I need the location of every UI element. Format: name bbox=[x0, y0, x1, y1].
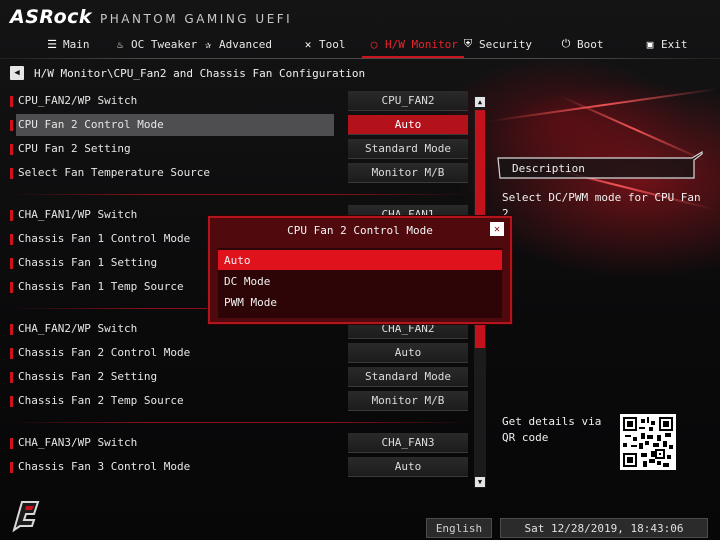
row-marker bbox=[10, 396, 13, 407]
breadcrumb-path: H/W Monitor\CPU_Fan2 and Chassis Fan Con… bbox=[34, 66, 366, 80]
row-marker bbox=[10, 168, 13, 179]
setting-row-selected[interactable]: CPU Fan 2 Control Mode Auto bbox=[10, 114, 470, 136]
brand-name: ASRock bbox=[10, 6, 93, 28]
setting-row[interactable]: CPU_FAN2/WP Switch CPU_FAN2 bbox=[10, 90, 470, 112]
scroll-down-icon[interactable]: ▼ bbox=[475, 477, 485, 487]
row-marker bbox=[10, 144, 13, 155]
qr-code bbox=[620, 414, 676, 470]
tab-advanced[interactable]: ✰ Advanced bbox=[202, 33, 272, 55]
setting-label: Chassis Fan 1 Temp Source bbox=[18, 280, 184, 293]
breadcrumb: ◀ H/W Monitor\CPU_Fan2 and Chassis Fan C… bbox=[10, 66, 365, 80]
row-marker bbox=[10, 372, 13, 383]
setting-value[interactable]: Monitor M/B bbox=[348, 163, 468, 183]
setting-label: Select Fan Temperature Source bbox=[18, 166, 211, 179]
setting-label: CPU Fan 2 Control Mode bbox=[18, 118, 164, 131]
popup-option-auto[interactable]: Auto bbox=[218, 250, 502, 270]
setting-value[interactable]: Auto bbox=[348, 457, 468, 477]
group-separator bbox=[10, 422, 470, 423]
tab-label: Main bbox=[63, 37, 90, 51]
setting-value[interactable]: Auto bbox=[348, 115, 468, 135]
tab-label: Security bbox=[479, 37, 532, 51]
tab-label: Exit bbox=[661, 37, 688, 51]
tab-label: Boot bbox=[577, 37, 604, 51]
qr-code-icon bbox=[623, 417, 673, 467]
setting-row[interactable]: CHA_FAN3/WP Switch CHA_FAN3 bbox=[10, 432, 470, 454]
list-icon: ☰ bbox=[47, 37, 57, 51]
setting-value[interactable]: CHA_FAN3 bbox=[348, 433, 468, 453]
star-icon: ✰ bbox=[204, 37, 212, 51]
monitor-ring-icon: ◯ bbox=[370, 37, 378, 51]
setting-label: Chassis Fan 2 Control Mode bbox=[18, 346, 191, 359]
setting-row[interactable]: CPU Fan 2 Setting Standard Mode bbox=[10, 138, 470, 160]
popup-title: CPU Fan 2 Control Mode bbox=[287, 224, 433, 237]
row-marker bbox=[10, 324, 13, 335]
setting-label: Chassis Fan 1 Setting bbox=[18, 256, 158, 269]
tab-main[interactable]: ☰ Main bbox=[46, 33, 90, 55]
top-nav: ☰ Main ♨ OC Tweaker ✰ Advanced ✕ Tool ◯ … bbox=[30, 33, 700, 59]
setting-label: CPU Fan 2 Setting bbox=[18, 142, 131, 155]
exit-door-icon: ▣ bbox=[646, 37, 654, 51]
row-marker bbox=[10, 282, 13, 293]
nav-divider bbox=[0, 58, 720, 59]
tab-label: H/W Monitor bbox=[385, 37, 458, 51]
tab-hw-monitor[interactable]: ◯ H/W Monitor bbox=[362, 33, 464, 59]
shield-icon: ⛨ bbox=[463, 37, 473, 50]
flame-icon: ♨ bbox=[116, 37, 124, 51]
row-marker bbox=[10, 438, 13, 449]
back-arrow-icon[interactable]: ◀ bbox=[10, 66, 24, 80]
tab-exit[interactable]: ▣ Exit bbox=[644, 33, 688, 55]
asrock-logo: ASRock PHANTOM GAMING UEFI bbox=[10, 6, 292, 28]
control-mode-popup: CPU Fan 2 Control Mode ✕ Auto DC Mode PW… bbox=[208, 216, 512, 324]
tab-security[interactable]: ⛨ Security bbox=[462, 33, 532, 55]
description-header: Description bbox=[496, 150, 704, 184]
setting-row[interactable]: Chassis Fan 3 Control Mode Auto bbox=[10, 456, 470, 478]
row-marker bbox=[10, 258, 13, 269]
description-title: Description bbox=[512, 162, 585, 175]
setting-row[interactable]: Chassis Fan 2 Temp Source Monitor M/B bbox=[10, 390, 470, 412]
row-marker bbox=[10, 462, 13, 473]
setting-label: CHA_FAN3/WP Switch bbox=[18, 436, 138, 449]
setting-value[interactable]: Standard Mode bbox=[348, 139, 468, 159]
tab-oc-tweaker[interactable]: ♨ OC Tweaker bbox=[114, 33, 198, 55]
description-text: Select DC/PWM mode for CPU Fan 2 bbox=[502, 191, 701, 220]
setting-label: Chassis Fan 3 Control Mode bbox=[18, 460, 191, 473]
brand-subtitle: PHANTOM GAMING UEFI bbox=[100, 12, 293, 26]
row-marker bbox=[10, 234, 13, 245]
popup-options: Auto DC Mode PWM Mode bbox=[218, 248, 502, 318]
setting-row[interactable]: Chassis Fan 2 Control Mode Auto bbox=[10, 342, 470, 364]
group-separator bbox=[10, 194, 470, 195]
tab-tool[interactable]: ✕ Tool bbox=[302, 33, 346, 55]
popup-option-dc-mode[interactable]: DC Mode bbox=[218, 271, 502, 291]
setting-value[interactable]: CPU_FAN2 bbox=[348, 91, 468, 111]
popup-option-pwm-mode[interactable]: PWM Mode bbox=[218, 292, 502, 312]
row-marker bbox=[10, 348, 13, 359]
setting-label: CHA_FAN1/WP Switch bbox=[18, 208, 138, 221]
tab-label: Tool bbox=[319, 37, 346, 51]
date-time-display: Sat 12/28/2019, 18:43:06 bbox=[500, 518, 708, 538]
tab-label: Advanced bbox=[219, 37, 272, 51]
setting-label: CHA_FAN2/WP Switch bbox=[18, 322, 138, 335]
wrench-icon: ✕ bbox=[304, 37, 312, 51]
scroll-up-icon[interactable]: ▲ bbox=[475, 97, 485, 107]
setting-label: CPU_FAN2/WP Switch bbox=[18, 94, 138, 107]
setting-value[interactable]: Auto bbox=[348, 343, 468, 363]
qr-caption: Get details via QR code bbox=[502, 415, 602, 444]
row-marker bbox=[10, 96, 13, 107]
row-marker bbox=[10, 210, 13, 221]
phantom-gaming-logo-icon bbox=[8, 496, 48, 536]
setting-label: Chassis Fan 2 Temp Source bbox=[18, 394, 184, 407]
setting-label: Chassis Fan 2 Setting bbox=[18, 370, 158, 383]
setting-value[interactable]: Standard Mode bbox=[348, 367, 468, 387]
setting-value[interactable]: Monitor M/B bbox=[348, 391, 468, 411]
setting-row[interactable]: Chassis Fan 2 Setting Standard Mode bbox=[10, 366, 470, 388]
tab-label: OC Tweaker bbox=[131, 37, 198, 51]
close-icon[interactable]: ✕ bbox=[490, 222, 504, 236]
power-icon: ⏻ bbox=[561, 37, 571, 50]
setting-row[interactable]: Select Fan Temperature Source Monitor M/… bbox=[10, 162, 470, 184]
language-button[interactable]: English bbox=[426, 518, 492, 538]
tab-boot[interactable]: ⏻ Boot bbox=[560, 33, 604, 55]
row-marker bbox=[10, 120, 13, 131]
setting-label: Chassis Fan 1 Control Mode bbox=[18, 232, 191, 245]
